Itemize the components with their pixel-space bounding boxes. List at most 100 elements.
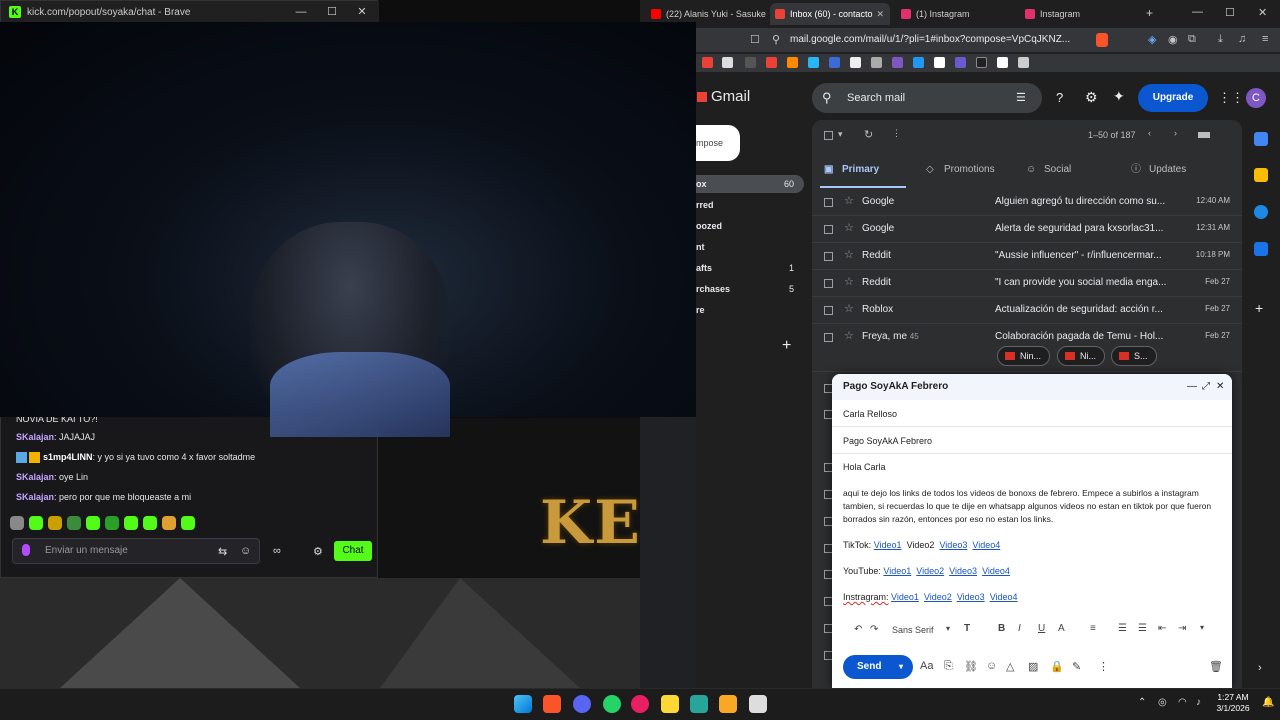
email-row[interactable]: ☆ Roblox Actualización de seguridad: acc… — [812, 297, 1242, 324]
emote-icon[interactable] — [162, 516, 176, 530]
nav-sent[interactable]: nt — [696, 238, 804, 256]
download-icon[interactable]: ⤓ — [1218, 33, 1223, 46]
compose-button[interactable]: mpose — [696, 125, 740, 161]
font-family-select[interactable]: Sans Serif — [892, 625, 934, 635]
link-video3[interactable]: Video3 — [957, 592, 985, 602]
indent-less-icon[interactable]: ⇤ — [1158, 623, 1166, 634]
notepad-icon[interactable] — [661, 695, 679, 713]
bookmark-icon[interactable] — [955, 57, 966, 68]
formatting-options-icon[interactable]: Aa — [920, 660, 933, 672]
nav-starred[interactable]: rred — [696, 196, 804, 214]
select-all-checkbox[interactable] — [824, 131, 833, 140]
notifications-icon[interactable]: 🔔 — [1262, 697, 1274, 708]
wifi-icon[interactable]: ◠ — [1178, 697, 1187, 708]
nav-inbox[interactable]: ox 60 — [696, 175, 804, 193]
browser-tab[interactable]: Instagram — [1020, 3, 1140, 25]
insert-photo-icon[interactable]: ▨ — [1028, 660, 1038, 673]
emoji-icon[interactable]: ☺ — [240, 545, 251, 557]
body-greeting[interactable]: Hola Carla — [843, 462, 886, 472]
bookmark-icon[interactable] — [829, 57, 840, 68]
start-icon[interactable] — [514, 695, 532, 713]
subject-value[interactable]: Pago SoyAkA Febrero — [843, 436, 932, 446]
chat-username[interactable]: SKalajan — [16, 472, 54, 482]
tasks-icon[interactable] — [1254, 205, 1268, 219]
tab-primary[interactable]: ▣ Primary — [820, 158, 906, 188]
tray-chevron-icon[interactable]: ⌃ — [1138, 697, 1146, 708]
align-icon[interactable]: ≡ — [1090, 623, 1096, 634]
email-row[interactable]: ☆ Reddit "I can provide you social media… — [812, 270, 1242, 297]
bold-icon[interactable]: B — [998, 623, 1005, 634]
taskbar-clock[interactable]: 1:27 AM 3/1/2026 — [1212, 692, 1254, 714]
star-icon[interactable]: ☆ — [844, 302, 854, 315]
media-icon[interactable]: ♫ — [1238, 33, 1246, 45]
nav-snoozed[interactable]: oozed — [696, 217, 804, 235]
row-checkbox[interactable] — [824, 225, 833, 234]
refresh-icon[interactable]: ↻ — [864, 128, 873, 141]
emote-icon[interactable] — [10, 516, 24, 530]
contacts-icon[interactable] — [1254, 242, 1268, 256]
drive-icon[interactable]: △ — [1006, 660, 1014, 673]
menu-icon[interactable]: ≡ — [1262, 33, 1268, 45]
attachment-chip[interactable]: S... — [1111, 346, 1157, 366]
tab-close-icon[interactable]: ✕ — [876, 3, 884, 25]
brave-icon[interactable] — [543, 695, 561, 713]
star-icon[interactable]: ☆ — [844, 275, 854, 288]
chat-username[interactable]: SKalajan — [16, 432, 54, 442]
attachment-chip[interactable]: Ni... — [1057, 346, 1106, 366]
discard-trash-icon[interactable]: 🗑 — [1209, 660, 1223, 673]
emote-icon[interactable] — [67, 516, 81, 530]
close-button[interactable]: ✕ — [1258, 6, 1267, 19]
star-icon[interactable]: ☆ — [844, 329, 854, 342]
bookmark-icon[interactable] — [871, 57, 882, 68]
tab-updates[interactable]: ⓘ Updates — [1127, 158, 1227, 188]
extensions-icon[interactable]: ⧉ — [1188, 33, 1196, 46]
bookmark-icon[interactable]: ☐ — [750, 33, 760, 46]
bookmark-icon[interactable] — [787, 57, 798, 68]
link-video4[interactable]: Video4 — [990, 592, 1018, 602]
emote-icon[interactable] — [181, 516, 195, 530]
emoji-icon[interactable]: ☺ — [986, 660, 997, 672]
indent-more-icon[interactable]: ⇥ — [1178, 623, 1186, 634]
volume-icon[interactable]: ♪ — [1196, 697, 1201, 708]
link-video2[interactable]: Video2 — [916, 566, 944, 576]
media-player-icon[interactable] — [631, 695, 649, 713]
star-icon[interactable]: ☆ — [844, 248, 854, 261]
apps-grid-icon[interactable]: ⋮⋮ — [1218, 90, 1244, 106]
maximize-button[interactable]: ☐ — [317, 1, 347, 23]
emote-icon[interactable] — [48, 516, 62, 530]
browser-tab-active[interactable]: Inbox (60) - contacto ✕ — [770, 3, 890, 25]
dropdown-icon[interactable]: ▾ — [946, 624, 950, 633]
numbered-list-icon[interactable]: ☰ — [1118, 623, 1127, 634]
underline-icon[interactable]: U — [1038, 623, 1045, 634]
tab-promotions[interactable]: ◇ Promotions — [922, 158, 1022, 188]
microphone-icon[interactable] — [22, 544, 30, 556]
keep-icon[interactable] — [1254, 168, 1268, 182]
settings-gear-icon[interactable]: ⚙ — [313, 545, 323, 558]
bookmark-icon[interactable] — [892, 57, 903, 68]
tab-social[interactable]: ☺ Social — [1022, 158, 1122, 188]
link-video3[interactable]: Video3 — [949, 566, 977, 576]
minimize-icon[interactable]: — — [1187, 374, 1197, 400]
minimize-button[interactable]: — — [1192, 6, 1203, 18]
row-checkbox[interactable] — [824, 198, 833, 207]
bookmark-icon[interactable] — [913, 57, 924, 68]
link-video1[interactable]: Video1 — [874, 540, 902, 550]
bookmark-icon[interactable] — [850, 57, 861, 68]
url-input[interactable]: mail.google.com/mail/u/1/?pli=1#inbox?co… — [790, 31, 1090, 49]
row-checkbox[interactable] — [824, 279, 833, 288]
bookmark-icon[interactable] — [997, 57, 1008, 68]
redo-icon[interactable]: ↷ — [870, 624, 878, 635]
confidential-mode-icon[interactable]: 🔒 — [1050, 660, 1064, 673]
chat-username[interactable]: SKalajan — [16, 492, 54, 502]
attachment-chip[interactable]: Nin... — [997, 346, 1051, 366]
app-icon[interactable] — [690, 695, 708, 713]
extension-icon[interactable]: ◈ — [1148, 33, 1156, 46]
points-icon[interactable]: ∞ — [273, 545, 281, 557]
emote-icon[interactable] — [86, 516, 100, 530]
instagram-line[interactable]: Instragram: Video1 Video2 Video3 Video4 — [843, 592, 1018, 602]
link-video1[interactable]: Video1 — [883, 566, 911, 576]
link-video1[interactable]: Video1 — [891, 592, 919, 602]
prev-page-icon[interactable]: ‹ — [1148, 128, 1151, 138]
bookmark-gmail-icon[interactable] — [702, 57, 713, 68]
schedule-send-icon[interactable]: ▾ — [899, 655, 903, 679]
